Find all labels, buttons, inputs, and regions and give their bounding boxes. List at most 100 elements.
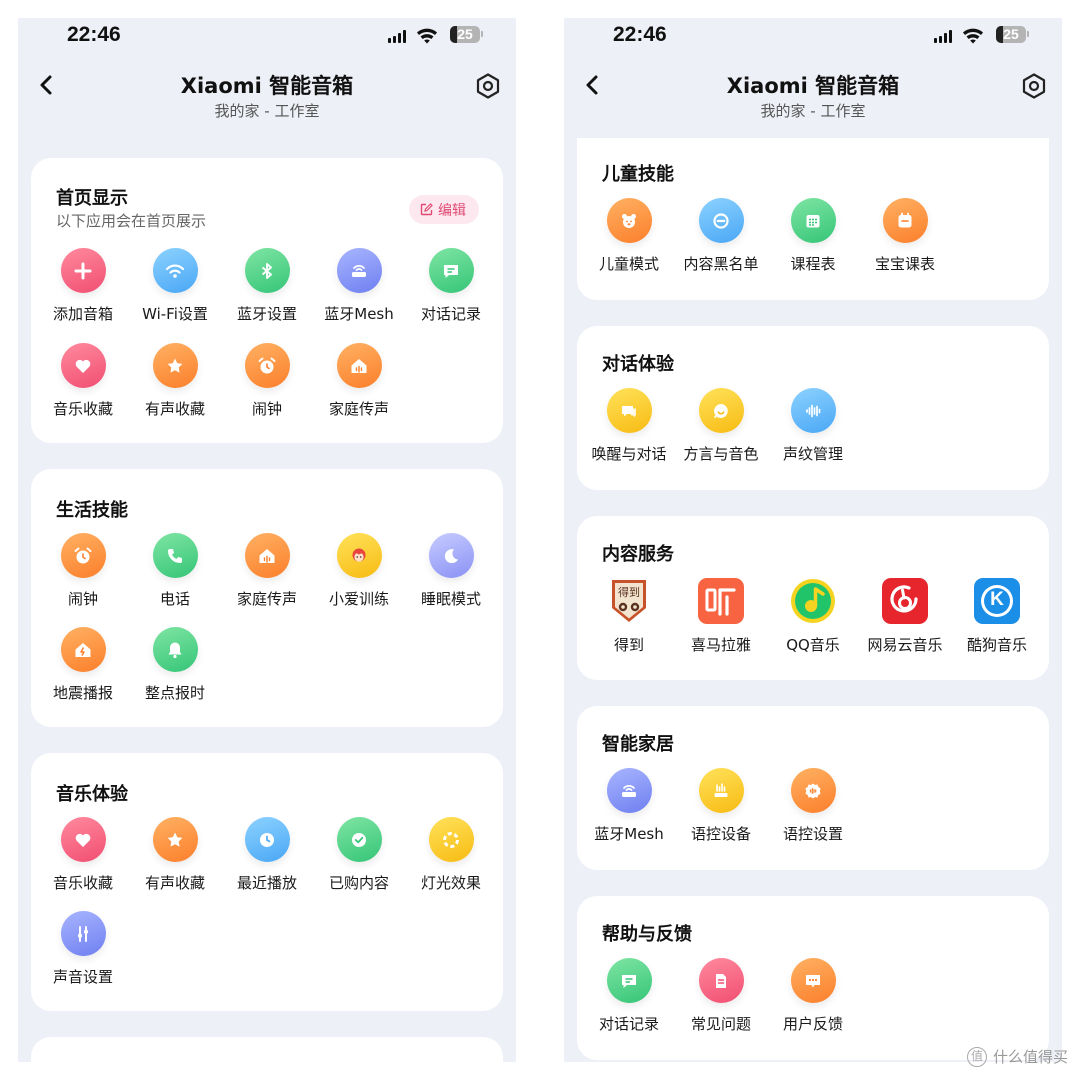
heart-icon xyxy=(60,343,106,388)
item-kugou-music[interactable]: K 酷狗音乐 xyxy=(951,578,1043,655)
item-label: 语控设备 xyxy=(690,825,751,843)
item-bluetooth-mesh[interactable]: 蓝牙Mesh xyxy=(583,768,675,844)
bell-icon xyxy=(152,627,198,672)
item-qq-music[interactable]: QQ音乐 xyxy=(767,578,859,655)
dedao-logo-icon: 得到 xyxy=(606,578,652,624)
battery-icon: 25 xyxy=(450,26,483,43)
item-wifi-settings[interactable]: Wi-Fi设置 xyxy=(129,248,221,324)
item-label: 音乐收藏 xyxy=(52,874,113,892)
item-alarm[interactable]: 闹钟 xyxy=(37,533,129,609)
item-phone[interactable]: 电话 xyxy=(129,533,221,609)
item-netease-music[interactable]: 网易云音乐 xyxy=(859,578,951,655)
item-voice-devices[interactable]: 语控设备 xyxy=(675,768,767,844)
edit-button[interactable]: 编辑 xyxy=(409,195,479,224)
schedule-icon xyxy=(882,198,928,243)
item-label: 蓝牙设置 xyxy=(236,305,297,323)
feedback-icon xyxy=(790,958,836,1003)
item-label: 喜马拉雅 xyxy=(690,636,751,654)
page-subtitle: 我的家 - 工作室 xyxy=(760,102,866,120)
item-sound-settings[interactable]: 声音设置 xyxy=(37,911,129,987)
item-voice-settings[interactable]: 语控设置 xyxy=(767,768,859,844)
kugou-logo-icon: K xyxy=(974,578,1020,624)
card-title: 生活技能 xyxy=(56,500,128,521)
item-baby-schedule[interactable]: 宝宝课表 xyxy=(859,198,951,274)
item-label: 声纹管理 xyxy=(782,445,843,463)
item-dedao[interactable]: 得到 得到 xyxy=(583,578,675,655)
item-sleep-mode[interactable]: 睡眠模式 xyxy=(405,533,497,609)
item-kids-mode[interactable]: 儿童模式 xyxy=(583,198,675,274)
item-music-favorites[interactable]: 音乐收藏 xyxy=(37,343,129,419)
next-card-partial xyxy=(31,1037,503,1062)
item-family-broadcast[interactable]: 家庭传声 xyxy=(313,343,405,419)
chat-icon xyxy=(606,958,652,1003)
card-title: 对话体验 xyxy=(602,354,674,375)
item-label: 有声收藏 xyxy=(144,874,205,892)
item-earthquake-alert[interactable]: 地震播报 xyxy=(37,627,129,703)
item-faq[interactable]: 常见问题 xyxy=(675,958,767,1034)
watermark: 值 什么值得买 xyxy=(966,1046,1068,1067)
block-icon xyxy=(698,198,744,243)
item-course-schedule[interactable]: 课程表 xyxy=(767,198,859,274)
qqmusic-logo-icon xyxy=(790,578,836,624)
item-add-speaker[interactable]: 添加音箱 xyxy=(37,248,129,324)
watermark-logo-icon: 值 xyxy=(966,1046,987,1067)
item-hourly-chime[interactable]: 整点报时 xyxy=(129,627,221,703)
item-voiceprint[interactable]: 声纹管理 xyxy=(767,388,859,464)
page-title: Xiaomi 智能音箱 xyxy=(180,74,354,98)
item-audio-favorites[interactable]: 有声收藏 xyxy=(129,343,221,419)
help-feedback-card: 帮助与反馈 对话记录 常见问题 用户反馈 xyxy=(577,896,1049,1060)
item-label: 闹钟 xyxy=(67,590,98,608)
item-label: 整点报时 xyxy=(144,684,205,702)
item-recently-played[interactable]: 最近播放 xyxy=(221,817,313,893)
item-label: QQ音乐 xyxy=(786,636,840,654)
item-label: 添加音箱 xyxy=(52,305,113,323)
router-icon xyxy=(606,768,652,813)
check-icon xyxy=(336,817,382,862)
voiceprint-icon xyxy=(790,388,836,433)
item-label: 内容黑名单 xyxy=(683,255,759,273)
wifi-icon xyxy=(152,248,198,293)
item-ximalaya[interactable]: 喜马拉雅 xyxy=(675,578,767,655)
item-label: 睡眠模式 xyxy=(420,590,481,608)
heart-icon xyxy=(60,817,106,862)
signal-icon xyxy=(388,30,406,43)
item-music-favorites[interactable]: 音乐收藏 xyxy=(37,817,129,893)
music-experience-card: 音乐体验 音乐收藏 有声收藏 最近播放 已购内容 灯光效果 声音设置 xyxy=(31,753,503,1011)
gear-voice-icon xyxy=(790,768,836,813)
star-icon xyxy=(152,343,198,388)
item-wakeup-dialog[interactable]: 唤醒与对话 xyxy=(583,388,675,464)
item-xiaoai-training[interactable]: 小爱训练 xyxy=(313,533,405,609)
card-title: 内容服务 xyxy=(602,544,674,565)
item-label: 酷狗音乐 xyxy=(966,636,1027,654)
item-alarm[interactable]: 闹钟 xyxy=(221,343,313,419)
item-user-feedback[interactable]: 用户反馈 xyxy=(767,958,859,1034)
item-bluetooth-mesh[interactable]: 蓝牙Mesh xyxy=(313,248,405,324)
item-label: 得到 xyxy=(613,636,644,654)
home-display-card: 首页显示 以下应用会在首页展示 编辑 添加音箱 Wi-Fi设置 蓝牙设置 蓝牙M… xyxy=(31,158,503,443)
item-label: 有声收藏 xyxy=(144,400,205,418)
item-label: 唤醒与对话 xyxy=(591,445,667,463)
item-bluetooth-settings[interactable]: 蓝牙设置 xyxy=(221,248,313,324)
item-dialect-voice[interactable]: 方言与音色 xyxy=(675,388,767,464)
item-label: 儿童模式 xyxy=(598,255,659,273)
item-dialog-history[interactable]: 对话记录 xyxy=(405,248,497,324)
item-label: 方言与音色 xyxy=(683,445,759,463)
settings-hexagon-icon[interactable] xyxy=(474,72,502,100)
item-content-blacklist[interactable]: 内容黑名单 xyxy=(675,198,767,274)
item-dialog-history[interactable]: 对话记录 xyxy=(583,958,675,1034)
smile-icon xyxy=(698,388,744,433)
item-label: 对话记录 xyxy=(598,1015,659,1033)
settings-hexagon-icon[interactable] xyxy=(1020,72,1048,100)
item-label: 宝宝课表 xyxy=(874,255,935,273)
ximalaya-logo-icon xyxy=(698,578,744,624)
content-services-card: 内容服务 得到 得到 喜马拉雅 QQ音乐 网易云音乐 K 酷狗音乐 xyxy=(577,516,1049,680)
item-audio-favorites[interactable]: 有声收藏 xyxy=(129,817,221,893)
item-family-broadcast[interactable]: 家庭传声 xyxy=(221,533,313,609)
status-time: 22:46 xyxy=(67,23,121,46)
item-label: 常见问题 xyxy=(690,1015,751,1033)
item-light-effects[interactable]: 灯光效果 xyxy=(405,817,497,893)
card-subtitle: 以下应用会在首页展示 xyxy=(56,212,207,230)
item-purchased[interactable]: 已购内容 xyxy=(313,817,405,893)
phone-icon xyxy=(152,533,198,578)
kids-skills-card: 儿童技能 儿童模式 内容黑名单 课程表 宝宝课表 xyxy=(577,138,1049,300)
